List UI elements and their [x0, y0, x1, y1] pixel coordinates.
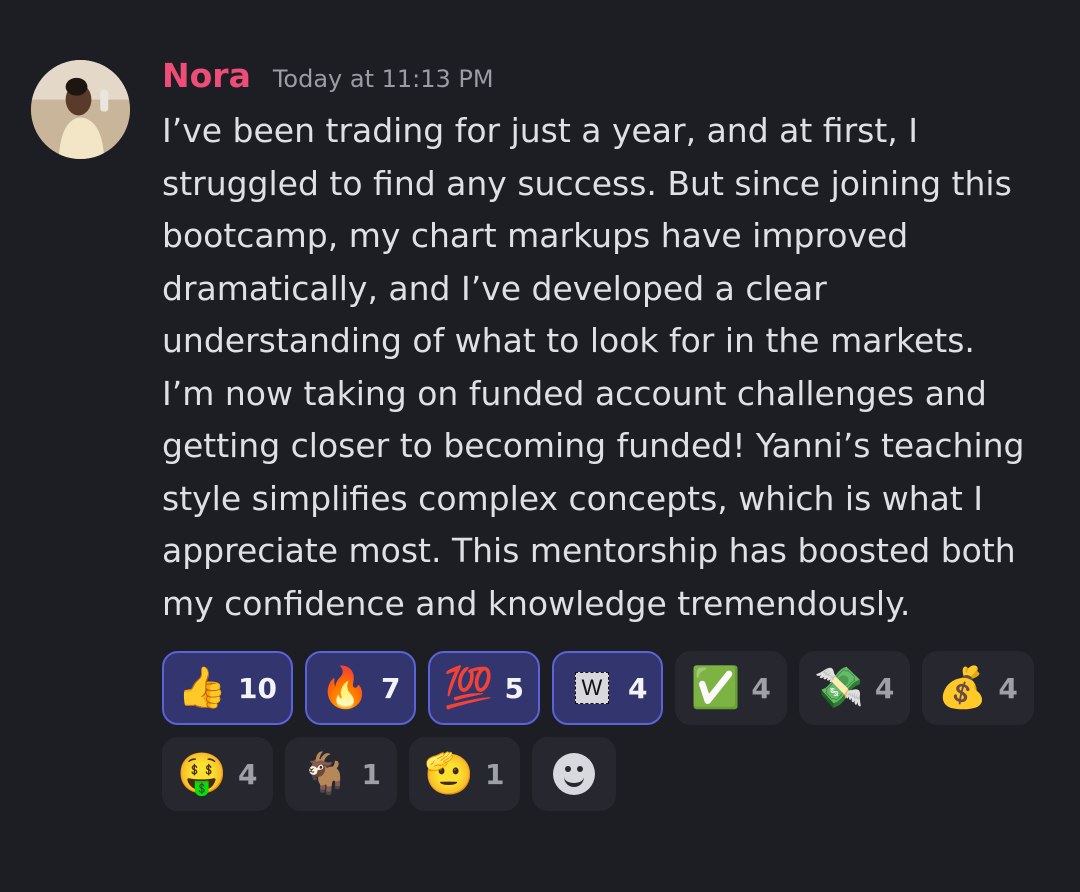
message-line: getting closer to becoming funded! Yanni… [162, 426, 1025, 465]
reaction-count: 4 [627, 671, 648, 705]
reaction-count: 5 [504, 671, 524, 705]
reaction-thumbs-up[interactable]: 👍 10 [162, 651, 293, 725]
username[interactable]: Nora [162, 56, 251, 95]
goat-icon: 🐐 [300, 751, 351, 797]
reaction-goat[interactable]: 🐐 1 [285, 737, 397, 811]
w-emoji-label: W [574, 672, 609, 704]
money-bag-icon: 💰 [937, 665, 988, 711]
message-line: appreciate most. This mentorship has boo… [162, 531, 1016, 570]
reaction-count: 4 [998, 671, 1018, 705]
message-line: style simplifies complex concepts, which… [162, 478, 984, 518]
message-line: struggled to find any success. But since… [162, 163, 1012, 203]
message-content: I’ve been trading for just a year, and a… [162, 105, 1072, 630]
reaction-money-bag[interactable]: 💰 4 [922, 651, 1034, 725]
reaction-count: 10 [238, 671, 277, 705]
reaction-count: 7 [380, 671, 401, 705]
message-line: I’ve been trading for just a year, and a… [162, 111, 919, 150]
avatar-image [31, 60, 130, 159]
message-line: I’m now taking on funded account challen… [162, 373, 987, 413]
reaction-w-emoji[interactable]: W 4 [551, 651, 664, 725]
reaction-fire[interactable]: 🔥 7 [304, 651, 417, 725]
reaction-hundred-points[interactable]: 💯 5 [428, 651, 540, 725]
fire-icon: 🔥 [320, 665, 370, 711]
reaction-count: 4 [238, 757, 258, 791]
reaction-count: 1 [361, 757, 381, 791]
check-mark-icon: ✅ [690, 665, 741, 711]
reaction-count: 1 [484, 757, 505, 791]
reaction-count: 4 [874, 671, 895, 705]
money-with-wings-icon: 💸 [814, 665, 864, 711]
money-mouth-face-icon: 🤑 [177, 751, 227, 797]
saluting-face-icon: 🫡 [424, 751, 474, 797]
w-emoji-icon: W [566, 662, 618, 714]
reaction-money-mouth-face[interactable]: 🤑 4 [162, 737, 274, 811]
message-line: my confidence and knowledge tremendously… [162, 583, 911, 623]
reaction-money-with-wings[interactable]: 💸 4 [798, 651, 911, 725]
thumbs-up-icon: 👍 [177, 665, 227, 711]
message-line: dramatically, and I’ve developed a clear [162, 268, 827, 308]
reaction-saluting-face[interactable]: 🫡 1 [408, 737, 521, 811]
message-line: understanding of what to look for in the… [162, 321, 975, 360]
reactions-bar: 👍 10 🔥 7 💯 5 W 4 ✅ 4 💸 4 💰 4 🤑 4 🐐 1 🫡 1 [162, 651, 1062, 811]
reaction-check-mark[interactable]: ✅ 4 [675, 651, 787, 725]
add-reaction-button[interactable] [532, 737, 617, 811]
reaction-count: 4 [751, 671, 771, 705]
avatar[interactable] [31, 60, 130, 159]
message-header: Nora Today at 11:13 PM [162, 56, 494, 95]
add-reaction-icon [553, 753, 596, 795]
timestamp[interactable]: Today at 11:13 PM [273, 65, 494, 93]
hundred-points-icon: 💯 [443, 665, 494, 711]
message-line: bootcamp, my chart markups have improved [162, 216, 909, 255]
